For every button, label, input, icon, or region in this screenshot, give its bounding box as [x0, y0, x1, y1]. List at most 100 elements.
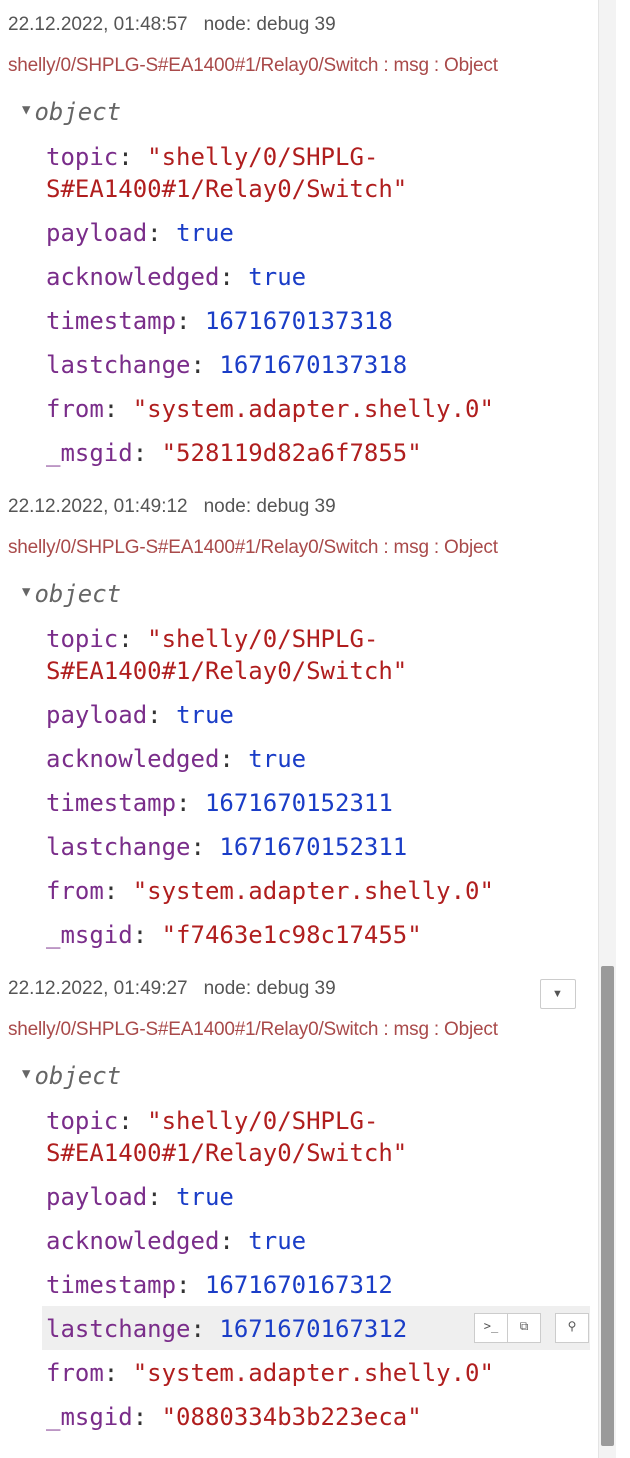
prop-key: _msgid: [46, 921, 133, 949]
prop-value: true: [176, 1183, 234, 1211]
object-label: object: [34, 1062, 122, 1090]
prop-value: "shelly/0/SHPLG-: [147, 1107, 379, 1135]
prop-key: acknowledged: [46, 745, 220, 773]
caret-down-icon: ▼: [22, 584, 31, 600]
row-tools: >_ ⧉ ⚲: [474, 1313, 589, 1343]
debug-message: 22.12.2022, 01:49:12 node: debug 39 shell…: [0, 482, 598, 965]
prop-value: true: [176, 701, 234, 729]
prop-value: true: [248, 745, 307, 773]
prop-value: "0880334b3b223eca": [161, 1403, 422, 1431]
prop-value: true: [248, 263, 307, 291]
prop-key: acknowledged: [46, 263, 220, 291]
prop-from[interactable]: from: "system.adapter.shelly.0": [46, 1357, 494, 1389]
message-header: 22.12.2022, 01:48:57 node: debug 39: [8, 14, 336, 36]
prop-payload[interactable]: payload: true: [46, 699, 234, 731]
prop-key: payload: [46, 219, 148, 247]
copy-value-button[interactable]: ⧉: [508, 1313, 541, 1343]
prop-value: 1671670167312: [204, 1271, 393, 1299]
prop-value: 1671670152311: [219, 833, 408, 861]
prop-key: from: [46, 877, 104, 905]
prop-value: "system.adapter.shelly.0": [132, 877, 494, 905]
pin-button[interactable]: ⚲: [555, 1313, 589, 1343]
chevron-down-icon: ▼: [552, 988, 563, 1000]
prop-key: timestamp: [46, 1271, 177, 1299]
message-node-link[interactable]: node: debug 39: [204, 14, 336, 35]
prop-value: 1671670152311: [204, 789, 393, 817]
prop-topic-continued: S#EA1400#1/Relay0/Switch": [46, 173, 407, 205]
copy-path-button[interactable]: >_: [474, 1313, 508, 1343]
prop-value: "shelly/0/SHPLG-: [147, 625, 379, 653]
prop-lastchange[interactable]: lastchange: 1671670137318: [46, 349, 407, 381]
caret-down-icon: ▼: [22, 102, 31, 118]
message-options-button[interactable]: ▼: [540, 979, 576, 1009]
terminal-icon: >_: [483, 1319, 499, 1333]
prop-topic[interactable]: topic: "shelly/0/SHPLG-: [46, 1105, 378, 1137]
prop-timestamp[interactable]: timestamp: 1671670167312: [46, 1269, 393, 1301]
prop-msgid[interactable]: _msgid: "f7463e1c98c17455": [46, 919, 422, 951]
prop-value: 1671670137318: [219, 351, 408, 379]
prop-topic-continued: S#EA1400#1/Relay0/Switch": [46, 1137, 407, 1169]
prop-lastchange[interactable]: lastchange: 1671670152311: [46, 831, 407, 863]
prop-from[interactable]: from: "system.adapter.shelly.0": [46, 875, 494, 907]
object-toggle[interactable]: ▼ object: [22, 98, 121, 126]
prop-key: from: [46, 1359, 104, 1387]
prop-value: 1671670167312: [219, 1315, 408, 1343]
clipboard-icon: ⧉: [519, 1319, 529, 1333]
message-topic-line: shelly/0/SHPLG-S#EA1400#1/Relay0/Switch …: [8, 1019, 498, 1040]
prop-lastchange[interactable]: lastchange: 1671670167312: [46, 1313, 407, 1345]
message-node-link[interactable]: node: debug 39: [204, 978, 336, 999]
prop-value: "system.adapter.shelly.0": [132, 395, 494, 423]
prop-value: S#EA1400#1/Relay0/Switch": [46, 175, 408, 203]
prop-key: topic: [46, 1107, 119, 1135]
prop-key: topic: [46, 143, 119, 171]
prop-topic[interactable]: topic: "shelly/0/SHPLG-: [46, 141, 378, 173]
prop-key: payload: [46, 1183, 148, 1211]
debug-message: 22.12.2022, 01:48:57 node: debug 39 shell…: [0, 0, 598, 483]
prop-key: acknowledged: [46, 1227, 220, 1255]
prop-key: lastchange: [46, 833, 191, 861]
prop-value: "system.adapter.shelly.0": [132, 1359, 494, 1387]
prop-msgid[interactable]: _msgid: "0880334b3b223eca": [46, 1401, 422, 1433]
scrollbar-thumb[interactable]: [601, 966, 614, 1446]
prop-payload[interactable]: payload: true: [46, 1181, 234, 1213]
prop-value: "shelly/0/SHPLG-: [147, 143, 379, 171]
prop-topic-continued: S#EA1400#1/Relay0/Switch": [46, 655, 407, 687]
object-toggle[interactable]: ▼ object: [22, 580, 121, 608]
prop-key: payload: [46, 701, 148, 729]
message-header: 22.12.2022, 01:49:27 node: debug 39: [8, 978, 336, 1000]
object-toggle[interactable]: ▼ object: [22, 1062, 121, 1090]
prop-from[interactable]: from: "system.adapter.shelly.0": [46, 393, 494, 425]
message-time: 22.12.2022, 01:49:12: [8, 496, 188, 517]
prop-acknowledged[interactable]: acknowledged: true: [46, 1225, 306, 1257]
prop-acknowledged[interactable]: acknowledged: true: [46, 743, 306, 775]
message-header: 22.12.2022, 01:49:12 node: debug 39: [8, 496, 336, 518]
prop-value: "f7463e1c98c17455": [161, 921, 422, 949]
debug-panel: 22.12.2022, 01:48:57 node: debug 39 shell…: [0, 0, 598, 1458]
prop-key: timestamp: [46, 789, 177, 817]
caret-down-icon: ▼: [22, 1066, 31, 1082]
pin-icon: ⚲: [567, 1319, 577, 1333]
prop-msgid[interactable]: _msgid: "528119d82a6f7855": [46, 437, 422, 469]
message-time: 22.12.2022, 01:48:57: [8, 14, 188, 35]
message-node-link[interactable]: node: debug 39: [204, 496, 336, 517]
prop-value: "528119d82a6f7855": [161, 439, 422, 467]
prop-key: lastchange: [46, 1315, 191, 1343]
prop-topic[interactable]: topic: "shelly/0/SHPLG-: [46, 623, 378, 655]
prop-value: true: [176, 219, 234, 247]
prop-timestamp[interactable]: timestamp: 1671670152311: [46, 787, 393, 819]
prop-timestamp[interactable]: timestamp: 1671670137318: [46, 305, 393, 337]
message-topic-line: shelly/0/SHPLG-S#EA1400#1/Relay0/Switch …: [8, 537, 498, 558]
message-time: 22.12.2022, 01:49:27: [8, 978, 188, 999]
prop-payload[interactable]: payload: true: [46, 217, 234, 249]
message-topic-line: shelly/0/SHPLG-S#EA1400#1/Relay0/Switch …: [8, 55, 498, 76]
prop-key: lastchange: [46, 351, 191, 379]
prop-acknowledged[interactable]: acknowledged: true: [46, 261, 306, 293]
right-gutter: [616, 0, 630, 1458]
prop-key: topic: [46, 625, 119, 653]
prop-value: 1671670137318: [204, 307, 393, 335]
prop-key: from: [46, 395, 104, 423]
prop-value: S#EA1400#1/Relay0/Switch": [46, 657, 408, 685]
prop-value: true: [248, 1227, 307, 1255]
prop-key: _msgid: [46, 1403, 133, 1431]
prop-value: S#EA1400#1/Relay0/Switch": [46, 1139, 408, 1167]
